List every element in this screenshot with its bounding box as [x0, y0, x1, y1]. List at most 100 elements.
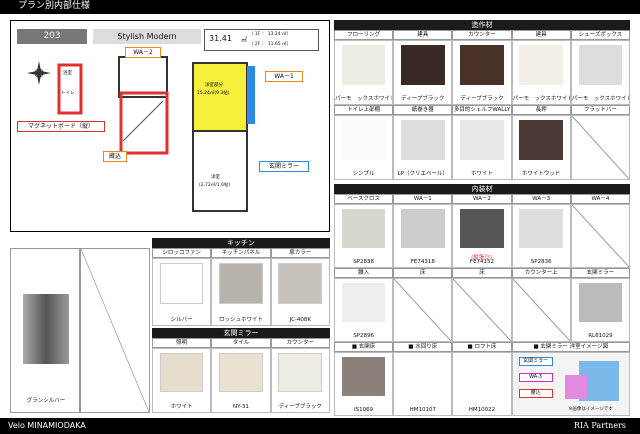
naiso-swatch-2-1: HM10107: [393, 352, 453, 416]
room2-label: 洋室: [211, 175, 220, 180]
naiso-caption-1-4: RL61029: [588, 333, 613, 339]
page-title: プラン別内部仕様: [18, 1, 91, 11]
zosaku-caption-0-4: パーモ ックスホワイト: [571, 96, 629, 102]
zosaku-sample-0-0: [341, 44, 386, 86]
unitbath-caption: グランシルバー: [26, 398, 66, 404]
naiso-label-2-1: ■ 水回り床: [393, 342, 453, 352]
zosaku-caption-0-0: パーモ ックスホワイト: [335, 96, 393, 102]
zosaku-swatch-0-2: ディープブラック: [452, 40, 512, 105]
zosaku-label-1-1: 紙巻き器: [393, 105, 453, 115]
naiso-label-0-4: WA－4: [570, 194, 630, 204]
naiso-caption-2-0: IS1069: [354, 407, 374, 413]
naiso-sample-2-1: [401, 356, 445, 397]
genkan-sample-0: [159, 352, 204, 392]
room1-label: 洋室部分: [205, 83, 223, 88]
genkan-label-0: 照明: [152, 338, 212, 348]
kitchen-header: キッチン: [152, 238, 330, 248]
genkan-label-2: カウンター: [270, 338, 330, 348]
naiso-swatch-2-2: HM10022: [452, 352, 512, 416]
naiso-label-0-3: WA－3: [511, 194, 571, 204]
zosaku-caption-0-2: ディープブラック: [460, 96, 504, 102]
naiso-header: 内装材: [334, 184, 630, 194]
zosaku-swatch-1-1: LP（クリエペール）: [393, 115, 453, 180]
naiso-swatch-2-0: IS1069: [334, 352, 394, 416]
zosaku-sample-1-3: [519, 119, 563, 161]
naiso-caption-0-1: FE74318: [410, 259, 435, 265]
naiso-label-2-3: ■ 玄関ミラー 洋室イメージ図: [511, 342, 630, 352]
zosaku-label-0-4: シューズボックス: [570, 30, 630, 40]
zosaku-swatch-1-2: ホワイト: [452, 115, 512, 180]
naiso-sample-0-2: [460, 208, 504, 249]
naiso-sample-0-1: [401, 208, 445, 249]
unitbath-photo: [23, 294, 69, 364]
zosaku-caption-0-1: ディープブラック: [401, 96, 445, 102]
naiso-swatch-0-4: [570, 204, 630, 268]
naiso-swatch-1-4: RL61029: [570, 278, 630, 342]
naiso-label-2-2: ■ ロフト床: [452, 342, 512, 352]
zosaku-label-0-0: フローリング: [334, 30, 394, 40]
naiso-sample-0-3: [519, 208, 563, 249]
naiso-label-1-4: 玄関ミラー: [570, 268, 630, 278]
zosaku-sample-0-2: [460, 44, 504, 86]
kitchen-caption-0: シルバー: [170, 317, 193, 323]
naiso-swatch-1-0: SP2896: [334, 278, 394, 342]
zosaku-sample-0-4: [578, 44, 623, 86]
toilet-label: トイレ: [61, 91, 75, 96]
zosaku-label-0-1: 建具: [393, 30, 453, 40]
zosaku-swatch-0-0: パーモ ックスホワイト: [334, 40, 394, 105]
zosaku-swatch-0-4: パーモ ックスホワイト: [570, 40, 630, 105]
zosaku-grid: フローリング パーモ ックスホワイト 建具 ディープブラック カウンター ディープブラック…: [334, 30, 630, 180]
zosaku-caption-1-1: LP（クリエペール）: [397, 171, 448, 177]
zosaku-swatch-0-1: ディープブラック: [393, 40, 453, 105]
unitbath-box: グランシルバー: [10, 248, 80, 413]
kitchen-swatch-1: ロッシュホワイト: [211, 258, 271, 326]
legend-note: ※画像はイメージです: [568, 407, 613, 412]
kabeoshi-label: 蔵込: [103, 151, 127, 162]
kitchen-label-1: キッチンパネル: [211, 248, 271, 258]
naiso-swatch-1-1: [393, 278, 453, 342]
zosaku-header: 造作材: [334, 20, 630, 30]
zosaku-swatch-1-0: シンプル: [334, 115, 394, 180]
naiso-label-1-2: 床: [452, 268, 512, 278]
naiso-swatch-1-3: [511, 278, 571, 342]
zosaku-label-0-3: 建具: [511, 30, 571, 40]
kitchen-swatch-2: JC-408K: [270, 258, 330, 326]
room2-area: (2.72㎡/1.6帖): [199, 183, 231, 188]
kitchen-caption-1: ロッシュホワイト: [218, 317, 263, 323]
kitchen-sample-2: [278, 262, 322, 304]
naiso-caption-2-2: HM10022: [468, 407, 496, 413]
naiso-caption-0-0: SP2838: [353, 259, 374, 265]
naiso-label-2-0: ■ 玄関床: [334, 342, 394, 352]
zosaku-label-1-2: 多目的シェルフWALLY: [452, 105, 512, 115]
naiso-swatch-0-1: FE74318: [393, 204, 453, 268]
zosaku-caption-1-0: シンプル: [352, 171, 375, 177]
diagram-floor: [564, 375, 587, 399]
kitchen-caption-2: JC-408K: [289, 317, 312, 323]
naiso-sample-1-0: [341, 282, 386, 323]
naiso-grid: ベースクロス SP2838 WA－1 FE74318 WA－2 FE74152 WA－3 SP…: [334, 194, 630, 416]
bath-label: 浴室: [63, 71, 72, 76]
zosaku-swatch-1-4: [570, 115, 630, 180]
genkan-sample-2: [278, 352, 322, 392]
zosaku-swatch-0-3: パーモ ックスホワイト: [511, 40, 571, 105]
zosaku-label-0-2: カウンター: [452, 30, 512, 40]
naiso-sample-1-4: [578, 282, 623, 323]
naiso-caption-0-3: SP2836: [530, 259, 552, 265]
unitbath-title: ユニットバス: [18, 239, 60, 247]
genkan-swatch-1: NY-31: [211, 348, 271, 413]
kitchen-sample-1: [219, 262, 263, 304]
naiso-label-1-3: カウンター上: [511, 268, 571, 278]
kitchen-sample-0: [159, 262, 204, 304]
zosaku-label-1-4: フラットバー: [570, 105, 630, 115]
zosaku-label-1-3: 長押: [511, 105, 571, 115]
genkan-swatch-2: ディープブラック: [270, 348, 330, 413]
wa1-label: WA－1: [265, 71, 303, 82]
naiso-swatch-0-3: SP2836: [511, 204, 571, 268]
senmen-title: 洗面台: [92, 239, 113, 247]
wa2-label: WA－2: [125, 47, 161, 58]
legend-1: WA-3: [518, 373, 553, 382]
naiso-label-0-2: WA－2: [452, 194, 512, 204]
genkan-label-1: タイル: [211, 338, 271, 348]
kitchen-swatch-0: シルバー: [152, 258, 212, 326]
magnet-label: マグネットボード（縦）: [17, 121, 105, 132]
